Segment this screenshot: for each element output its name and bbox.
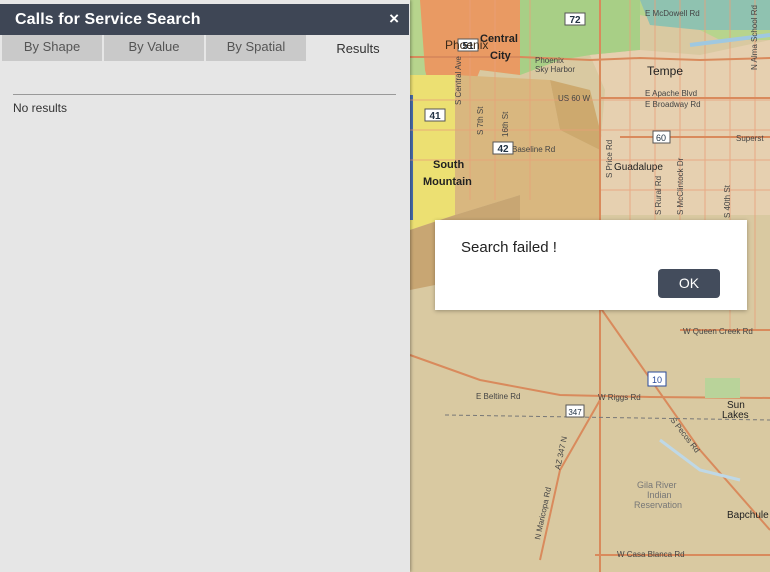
road-label: S Rural Rd xyxy=(654,176,663,215)
place-label: Central xyxy=(480,33,518,45)
road-label: W Casa Blanca Rd xyxy=(617,550,685,559)
highway-shield: 347 xyxy=(565,404,585,418)
road-label: E Beltine Rd xyxy=(476,392,520,401)
road-label: Baseline Rd xyxy=(512,145,555,154)
shield-label: 60 xyxy=(656,133,666,143)
boundary-line xyxy=(410,95,413,220)
place-label: Sky Harbor xyxy=(535,65,575,74)
place-label: City xyxy=(490,50,512,62)
road-label: S Central Ave xyxy=(454,56,463,105)
highway-shield: 42 xyxy=(492,141,514,155)
shield-label: 41 xyxy=(429,111,441,122)
divider xyxy=(13,94,396,95)
shield-label: 10 xyxy=(652,375,662,385)
highway-shield: 72 xyxy=(564,12,586,26)
place-label: Lakes xyxy=(722,410,749,421)
road-label: W Riggs Rd xyxy=(598,393,641,402)
road-label: Superst xyxy=(736,134,764,143)
tab-bar: By Shape By Value By Spatial Results xyxy=(0,35,409,61)
road-label: E McDowell Rd xyxy=(645,9,700,18)
panel-header: Calls for Service Search × xyxy=(0,4,409,35)
place-label: South xyxy=(433,159,464,171)
road-label: W Queen Creek Rd xyxy=(683,327,753,336)
search-panel: Calls for Service Search × By Shape By V… xyxy=(0,0,410,572)
park-area xyxy=(705,378,740,398)
district-area xyxy=(410,75,455,230)
shield-label: 347 xyxy=(568,408,582,417)
place-label: Bapchule xyxy=(727,510,769,521)
ok-button[interactable]: OK xyxy=(658,269,720,298)
tab-results[interactable]: Results xyxy=(308,35,408,61)
place-label: Indian xyxy=(647,490,672,500)
highway-shield: 41 xyxy=(424,108,446,122)
road-label: S 7th St xyxy=(476,106,485,135)
highway-shield: 10 xyxy=(647,371,667,387)
close-icon[interactable]: × xyxy=(389,9,399,29)
tab-by-shape[interactable]: By Shape xyxy=(2,35,102,61)
results-status: No results xyxy=(13,101,68,115)
road-label: S Price Rd xyxy=(605,140,614,178)
road-label: S 40th St xyxy=(723,184,732,218)
place-label: Mountain xyxy=(423,176,472,188)
place-label: Phoenix xyxy=(535,56,564,65)
road-label: US 60 W xyxy=(558,94,590,103)
dialog-message: Search failed ! xyxy=(461,239,557,256)
tab-by-spatial[interactable]: By Spatial xyxy=(206,35,306,61)
road-label: N Alma School Rd xyxy=(750,5,759,70)
panel-title: Calls for Service Search xyxy=(15,11,201,28)
road-label: E Apache Blvd xyxy=(645,89,697,98)
place-label: Reservation xyxy=(634,500,682,510)
road-label: S McClintock Dr xyxy=(676,157,685,215)
tab-by-value[interactable]: By Value xyxy=(104,35,204,61)
road-label: 16th St xyxy=(501,111,510,137)
place-label: Tempe xyxy=(647,64,683,78)
place-label: Guadalupe xyxy=(614,162,663,173)
road-label: E Broadway Rd xyxy=(645,100,701,109)
error-dialog: Search failed ! OK xyxy=(435,220,747,310)
shield-label: 42 xyxy=(497,144,509,155)
highway-shield: 60 xyxy=(652,130,671,144)
place-label: Gila River xyxy=(637,480,677,490)
shield-label: 72 xyxy=(569,15,581,26)
